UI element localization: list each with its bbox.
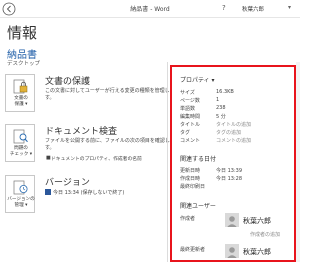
protect-document-section: 文書の 保護 ▾ 文書の保護 この文書に対してユーザーが行える変更の種類を管理し…: [5, 74, 175, 120]
document-history-icon: [13, 180, 28, 195]
title-bar: 納品書 - Word ? 秋葉六郎 ▾: [0, 0, 300, 18]
related-people-heading: 関連ユーザー: [180, 203, 216, 210]
comments-field[interactable]: コメントの追加: [216, 137, 251, 144]
author-name[interactable]: 秋葉六郎: [243, 216, 271, 226]
scrollbar[interactable]: [296, 62, 300, 262]
check-for-issues-button-label: 問題の チェック ▾: [9, 146, 33, 157]
chevron-down-icon[interactable]: ▾: [288, 4, 291, 11]
inspect-document-title: ドキュメント検査: [45, 127, 118, 137]
protect-document-button-label: 文書の 保護 ▾: [14, 96, 28, 107]
avatar[interactable]: [225, 213, 239, 227]
protect-document-description: この文書に対してユーザーが行える変更の種類を管理しま す。: [45, 88, 175, 101]
versions-section: バージョンの 管理 ▾ バージョン 今日 13:34 (保存しないで終了): [5, 175, 170, 221]
title-field[interactable]: タイトルの追加: [216, 121, 251, 128]
page-title: 情報: [7, 24, 38, 42]
window-title: 納品書 - Word: [130, 6, 170, 13]
inspect-item: ■ ドキュメントのプロパティ、作成者の名前: [46, 155, 142, 162]
check-for-issues-button[interactable]: 問題の チェック ▾: [5, 124, 35, 162]
person-avatar-icon: [225, 245, 239, 258]
lock-document-icon: [13, 79, 28, 94]
word-document-icon: [45, 189, 51, 195]
inspect-document-description: ファイルを公開する前に、ファイルの次の項目を確認しま す。: [45, 138, 175, 151]
manage-versions-button-label: バージョンの 管理 ▾: [7, 197, 35, 208]
protect-document-button[interactable]: 文書の 保護 ▾: [5, 74, 35, 112]
back-button[interactable]: [0, 0, 18, 18]
protect-document-title: 文書の保護: [45, 77, 91, 87]
author-row: 作成者 秋葉六郎 作成者の追加: [180, 213, 295, 241]
help-icon[interactable]: ?: [222, 4, 226, 12]
last-modified-name[interactable]: 秋葉六郎: [243, 247, 271, 257]
author-label: 作成者: [180, 216, 196, 222]
back-arrow-icon: [2, 2, 16, 16]
properties-panel: プロパティ ▾ サイズ 16.3KB ページ数 1 単語数 238 編集時間 5…: [170, 65, 296, 262]
document-location[interactable]: デスクトップ: [7, 59, 40, 67]
version-entry[interactable]: 今日 13:34 (保存しないで終了): [45, 189, 171, 197]
related-dates-heading: 関連する日付: [180, 156, 217, 163]
person-avatar-icon: [225, 214, 239, 227]
last-modified-label: 最終更新者: [180, 247, 206, 253]
magnifier-check-icon: [13, 129, 28, 144]
column-divider: [167, 62, 168, 262]
inspect-document-section: 問題の チェック ▾ ドキュメント検査 ファイルを公開する前に、ファイルの次の項…: [5, 124, 175, 170]
versions-title: バージョン: [45, 178, 90, 188]
tags-field[interactable]: タグの追加: [216, 129, 241, 136]
manage-versions-button[interactable]: バージョンの 管理 ▾: [5, 175, 35, 213]
avatar[interactable]: [225, 244, 239, 258]
add-author-link[interactable]: 作成者の追加: [250, 231, 280, 238]
last-modified-row: 最終更新者 秋葉六郎: [180, 244, 295, 260]
properties-heading[interactable]: プロパティ ▾: [180, 75, 215, 84]
account-user-name[interactable]: 秋葉六郎: [242, 5, 264, 13]
